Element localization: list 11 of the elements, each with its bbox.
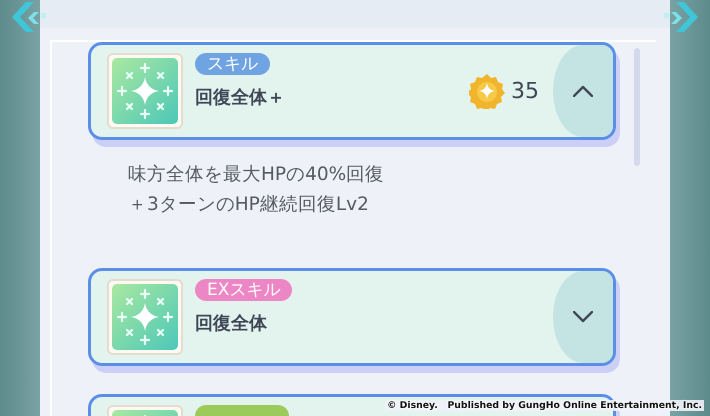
skill-name: 回復全体 bbox=[195, 312, 268, 335]
badge-icon bbox=[469, 73, 505, 109]
description-line: ＋3ターンのHP継続回復Lv2 bbox=[128, 193, 369, 217]
toggle-button[interactable] bbox=[553, 271, 613, 363]
toggle-button[interactable] bbox=[553, 45, 613, 137]
skill-name: 回復全体＋ bbox=[195, 86, 286, 109]
description-line: 味方全体を最大HPの40%回復 bbox=[128, 163, 384, 187]
cost-value: 35 bbox=[511, 78, 539, 104]
category-tag: EXスキル bbox=[195, 279, 292, 301]
copyright-notice: © Disney. Published by GungHo Online Entertainment, Inc. bbox=[385, 400, 704, 411]
category-tag: スキル bbox=[195, 53, 270, 75]
